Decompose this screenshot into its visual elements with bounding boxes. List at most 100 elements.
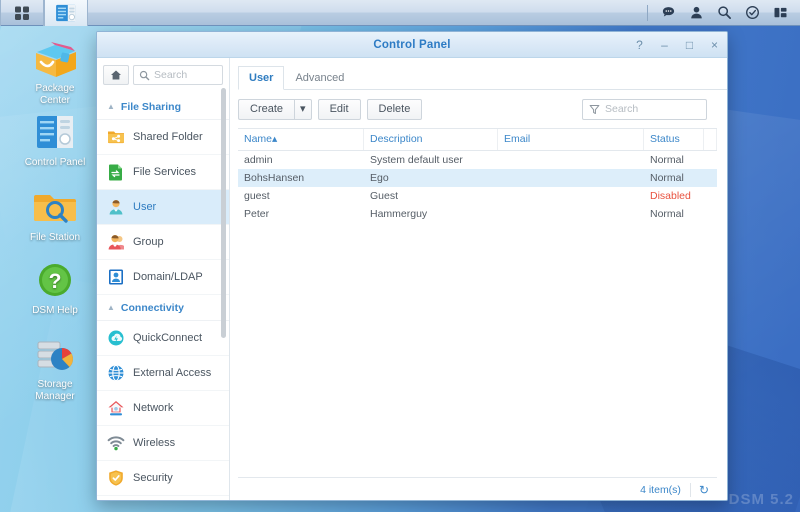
table-row[interactable]: BohsHansen Ego Normal (238, 169, 717, 187)
sidebar-item-quickconnect[interactable]: QuickConnect (97, 321, 229, 356)
cell-email (498, 151, 644, 169)
search-icon[interactable] (710, 0, 738, 26)
file-station-icon (31, 185, 79, 229)
pilot-view-icon[interactable] (766, 0, 794, 26)
check-circle-icon[interactable] (738, 0, 766, 26)
chevron-up-icon: ▲ (107, 102, 115, 111)
table-row[interactable]: admin System default user Normal (238, 151, 717, 169)
user-table: Name▴ Description Email Status admin Sys… (238, 128, 717, 223)
item-count-label: 4 item(s) (640, 483, 681, 496)
delete-button[interactable]: Delete (366, 98, 423, 120)
grid-icon (15, 6, 29, 20)
cell-name: Peter (244, 208, 270, 220)
cell-status: Disabled (650, 190, 691, 202)
domain-ldap-icon (107, 268, 125, 286)
minimize-button[interactable]: – (658, 38, 671, 52)
watermark: DSM 5.2 (728, 491, 794, 508)
network-icon (107, 399, 125, 417)
desktop-shortcut-storage-manager[interactable]: Storage Manager (12, 332, 98, 403)
svg-text:?: ? (49, 270, 62, 293)
shortcut-label: DSM Help (32, 305, 78, 316)
sidebar: Search ▲ File Sharing Shared Folder File… (97, 58, 230, 500)
cell-spacer (704, 151, 717, 169)
column-header-status[interactable]: Status (644, 129, 704, 150)
window-titlebar[interactable]: Control Panel ? – □ × (97, 32, 727, 58)
shortcut-label: Storage (37, 379, 73, 390)
package-center-icon (31, 36, 79, 80)
sidebar-item-label: Group (133, 236, 164, 248)
maximize-button[interactable]: □ (683, 38, 696, 52)
control-panel-icon (31, 110, 79, 154)
sidebar-item-user[interactable]: User (97, 190, 229, 225)
security-icon (107, 469, 125, 487)
desktop-shortcut-file-station[interactable]: File Station (12, 185, 98, 244)
create-button[interactable]: Create (238, 98, 295, 120)
window-body: Search ▲ File Sharing Shared Folder File… (97, 58, 727, 500)
sidebar-item-group[interactable]: Group (97, 225, 229, 260)
edit-button[interactable]: Edit (317, 98, 361, 120)
sidebar-item-label: File Services (133, 166, 196, 178)
sidebar-item-file-services[interactable]: File Services (97, 155, 229, 190)
cell-email (498, 205, 644, 223)
external-access-icon (107, 364, 125, 382)
filter-search-input[interactable]: Search (582, 98, 707, 120)
user-icon[interactable] (682, 0, 710, 26)
close-button[interactable]: × (708, 38, 721, 52)
user-icon (107, 198, 125, 216)
sidebar-item-wireless[interactable]: Wireless (97, 426, 229, 461)
toolbar: Create ▾ Edit Delete Search (230, 90, 727, 122)
cell-description: Hammerguy (370, 208, 428, 220)
taskbar-control-panel-button[interactable] (44, 0, 88, 26)
cell-status: Normal (650, 172, 684, 184)
column-header-description[interactable]: Description (364, 129, 498, 150)
sidebar-group-label: File Sharing (120, 100, 182, 113)
home-button[interactable] (103, 65, 129, 85)
create-dropdown-button[interactable]: ▾ (294, 98, 312, 120)
taskbar-main-menu-button[interactable] (0, 0, 44, 26)
sidebar-group-system[interactable]: ▲ System (97, 496, 229, 498)
table-row[interactable]: guest Guest Disabled (238, 187, 717, 205)
cell-name: guest (244, 190, 270, 202)
shortcut-label: File Station (29, 232, 81, 243)
wireless-icon (107, 434, 125, 452)
table-row[interactable]: Peter Hammerguy Normal (238, 205, 717, 223)
refresh-button[interactable]: ↻ (691, 483, 717, 497)
notifications-icon[interactable] (654, 0, 682, 26)
cell-spacer (704, 187, 717, 205)
sidebar-scrollbar[interactable] (221, 88, 226, 338)
table-body: admin System default user Normal BohsHan… (238, 151, 717, 223)
tab-advanced[interactable]: Advanced (284, 66, 355, 90)
cell-email (498, 187, 644, 205)
sidebar-group-file-sharing[interactable]: ▲ File Sharing (97, 94, 229, 120)
column-header-name[interactable]: Name▴ (238, 129, 364, 150)
shortcut-label: Package (35, 83, 75, 94)
filter-placeholder: Search (605, 103, 639, 115)
help-button[interactable]: ? (633, 38, 646, 52)
search-input[interactable]: Search (133, 65, 223, 85)
taskbar-tray (641, 0, 800, 26)
desktop: Package Center Control Panel File Statio… (0, 0, 800, 512)
control-panel-icon (56, 4, 76, 21)
column-header-email[interactable]: Email (498, 129, 644, 150)
cell-status: Normal (650, 154, 684, 166)
sidebar-group-connectivity[interactable]: ▲ Connectivity (97, 295, 229, 321)
sidebar-item-security[interactable]: Security (97, 461, 229, 496)
table-header: Name▴ Description Email Status (238, 129, 717, 151)
file-services-icon (107, 163, 125, 181)
shortcut-label-2: Center (39, 95, 70, 106)
sidebar-item-domain-ldap[interactable]: Domain/LDAP (97, 260, 229, 295)
sidebar-item-label: Network (133, 402, 174, 414)
desktop-shortcut-control-panel[interactable]: Control Panel (12, 110, 98, 169)
tab-user[interactable]: User (238, 66, 285, 90)
sidebar-item-external-access[interactable]: External Access (97, 356, 229, 391)
cell-spacer (704, 205, 717, 223)
group-icon (107, 233, 125, 251)
chevron-up-icon: ▲ (107, 303, 115, 312)
sidebar-item-network[interactable]: Network (97, 391, 229, 426)
sidebar-group-label: Connectivity (120, 301, 184, 314)
sidebar-item-shared-folder[interactable]: Shared Folder (97, 120, 229, 155)
desktop-shortcut-dsm-help[interactable]: ? DSM Help (12, 258, 98, 317)
tray-divider (647, 4, 648, 21)
desktop-shortcut-package-center[interactable]: Package Center (12, 36, 98, 107)
search-icon (139, 70, 150, 80)
